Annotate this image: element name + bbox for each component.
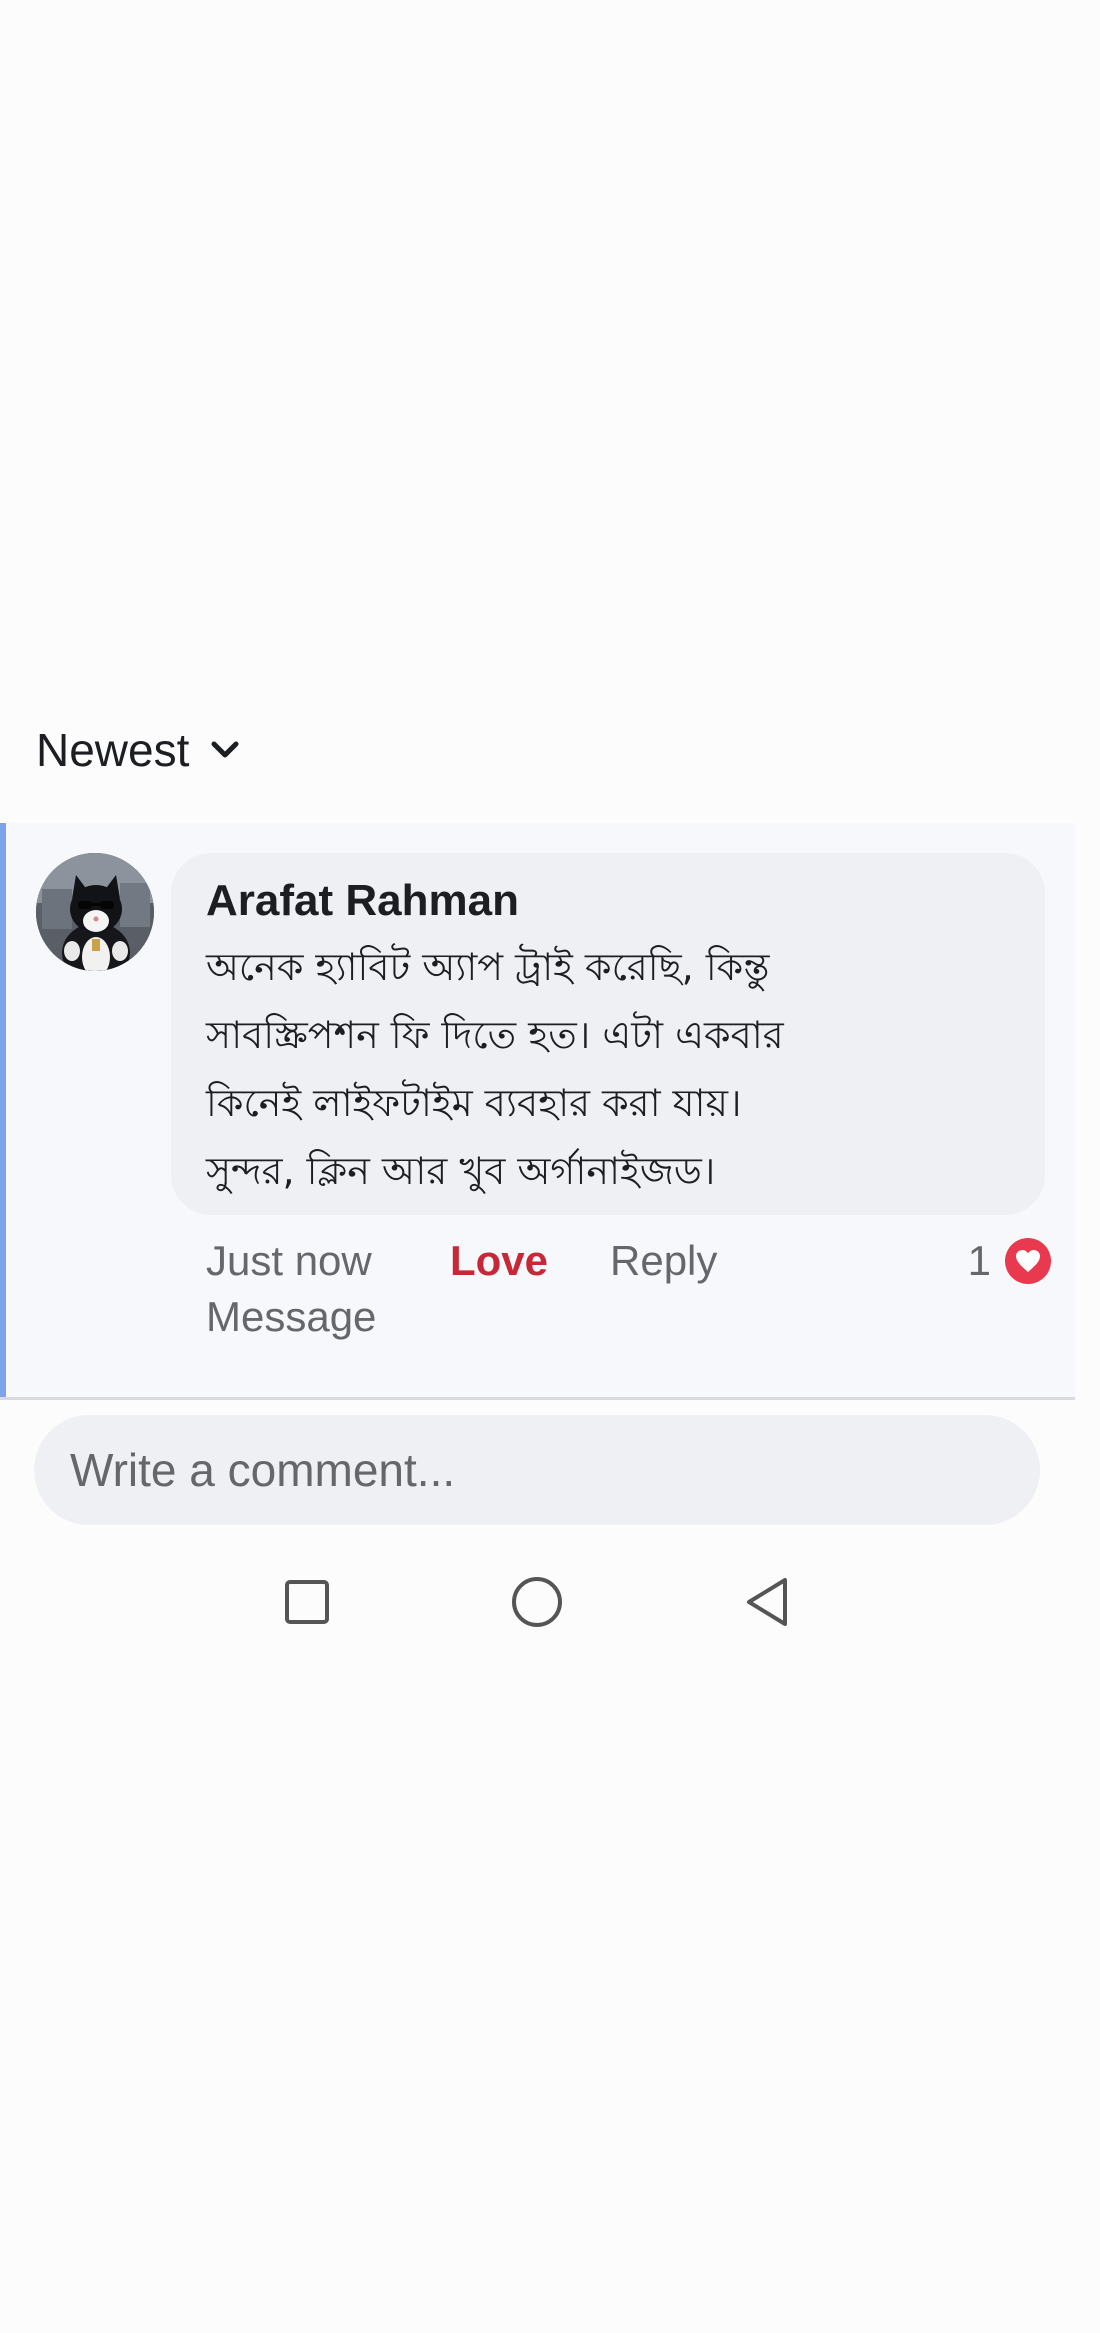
square-icon bbox=[285, 1580, 329, 1624]
love-button[interactable]: Love bbox=[450, 1231, 548, 1291]
avatar[interactable] bbox=[36, 853, 154, 971]
comment-item: Arafat Rahman অনেক হ্যাবিট অ্যাপ ট্রাই ক… bbox=[0, 823, 1075, 1397]
home-button[interactable] bbox=[500, 1565, 574, 1639]
reaction-count: 1 bbox=[967, 1237, 991, 1284]
comment-actions: Just now Love Reply 1 bbox=[206, 1231, 1051, 1291]
divider bbox=[0, 1397, 1075, 1400]
message-button[interactable]: Message bbox=[206, 1287, 376, 1347]
comment-text-line: সুন্দর, ক্লিন আর খুব অর্গানাইজড। bbox=[206, 1149, 716, 1193]
chevron-down-icon bbox=[211, 741, 239, 759]
back-button[interactable] bbox=[730, 1565, 804, 1639]
sort-dropdown[interactable]: Newest bbox=[36, 720, 239, 780]
comment-text: অনেক হ্যাবিট অ্যাপ ট্রাই করেছি, কিন্তু স… bbox=[206, 933, 1011, 1205]
comment-input[interactable] bbox=[34, 1415, 1040, 1525]
heart-icon bbox=[1005, 1238, 1051, 1284]
comment-text-line: কিনেই লাইফটাইম ব্যবহার করা যায়। bbox=[206, 1081, 742, 1125]
comment-bubble[interactable]: Arafat Rahman অনেক হ্যাবিট অ্যাপ ট্রাই ক… bbox=[171, 853, 1045, 1215]
triangle-back-icon bbox=[747, 1578, 787, 1626]
comment-text-line: সাবস্ক্রিপশন ফি দিতে হত। এটা একবার bbox=[206, 1013, 784, 1057]
circle-icon bbox=[512, 1577, 562, 1627]
system-nav-bar bbox=[0, 1565, 1075, 1639]
reaction-summary[interactable]: 1 bbox=[968, 1231, 1051, 1291]
reply-button[interactable]: Reply bbox=[610, 1231, 717, 1291]
comment-timestamp: Just now bbox=[206, 1237, 372, 1284]
comment-text-line: অনেক হ্যাবিট অ্যাপ ট্রাই করেছি, কিন্তু bbox=[206, 945, 770, 989]
comment-author[interactable]: Arafat Rahman bbox=[206, 873, 1011, 929]
sort-label: Newest bbox=[36, 724, 190, 776]
recent-apps-button[interactable] bbox=[270, 1565, 344, 1639]
page: Newest Arafat Rahman অনেক হ্যাবিট অ্যাপ … bbox=[0, 0, 1100, 2333]
